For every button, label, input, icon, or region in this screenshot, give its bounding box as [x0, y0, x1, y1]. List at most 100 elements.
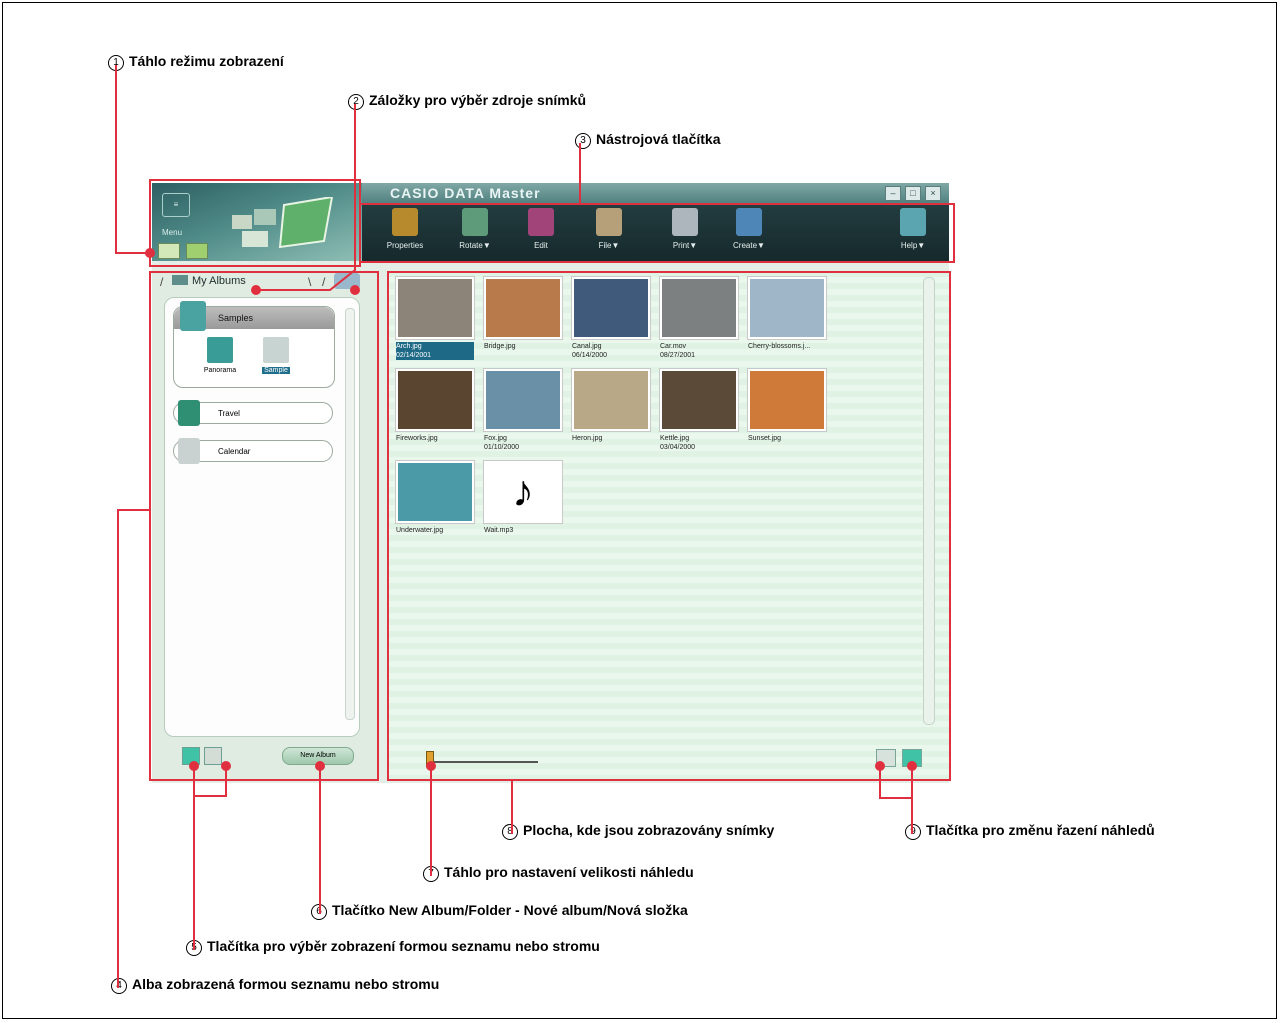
thumbnail-item[interactable]: Bridge.jpg [484, 277, 572, 351]
albums-scrollbar[interactable] [345, 308, 355, 720]
toolbar: Properties Rotate▼ Edit File▼ Print▼ Cre… [362, 204, 949, 261]
thumbnail-item[interactable]: Kettle.jpg 03/04/2000 [660, 369, 748, 452]
thumbnail-image [572, 369, 650, 431]
thumbnail-label: Kettle.jpg 03/04/2000 [660, 434, 748, 452]
thumbnail-size-slider[interactable] [418, 751, 548, 767]
callout-number: 7 [423, 866, 439, 882]
album-item-label: Sample [262, 367, 290, 374]
callout-text: Tlačítka pro změnu řazení náhledů [926, 822, 1155, 838]
minimize-icon[interactable]: – [885, 186, 901, 201]
thumbnail-item[interactable]: Cherry-blossoms.j... [748, 277, 836, 351]
properties-button[interactable]: Properties [376, 208, 434, 250]
thumbnail-image [484, 369, 562, 431]
thumbnail-filename: Heron.jpg [572, 435, 603, 442]
view-mode-list-icon[interactable] [158, 243, 180, 259]
list-view-button[interactable] [182, 747, 200, 765]
thumbnail-item[interactable]: Fireworks.jpg [396, 369, 484, 443]
edit-button[interactable]: Edit [512, 208, 570, 250]
create-icon [736, 208, 762, 236]
rotate-button[interactable]: Rotate▼ [446, 208, 504, 250]
edit-icon [528, 208, 554, 236]
tab-folders[interactable] [334, 273, 360, 289]
image-area-scrollbar[interactable] [923, 277, 935, 725]
thumbnail-image [484, 277, 562, 339]
thumbnail-date: 03/04/2000 [660, 444, 696, 451]
thumbnail-item[interactable]: Car.mov 08/27/2001 [660, 277, 748, 360]
callout-image-area: 8 Plocha, kde jsou zobrazovány snímky [502, 822, 774, 840]
menu-button[interactable]: ≡ [162, 193, 190, 217]
callout-list-tree-buttons: 5 Tlačítka pro výběr zobrazení formou sez… [186, 938, 600, 956]
new-album-button[interactable]: New Album [282, 747, 354, 765]
thumbnail-filename: Underwater.jpg [396, 527, 444, 534]
thumbnail-label: Fox.jpg 01/10/2000 [484, 434, 572, 452]
source-tabs: / My Albums \ / [158, 271, 370, 293]
print-button[interactable]: Print▼ [656, 208, 714, 250]
callout-number: 5 [186, 940, 202, 956]
slider-knob[interactable] [426, 751, 434, 767]
callout-number: 2 [348, 94, 364, 110]
help-button[interactable]: Help▼ [884, 208, 942, 250]
thumbnail-filename: Kettle.jpg [660, 435, 690, 442]
maximize-icon[interactable]: □ [905, 186, 921, 201]
thumbnail-filename: Sunset.jpg [748, 435, 782, 442]
thumbnail-filename: Wait.mp3 [484, 527, 514, 534]
thumbnail-item[interactable]: Heron.jpg [572, 369, 660, 443]
tree-view-button[interactable] [204, 747, 222, 765]
callout-thumbnail-size-slider: 7 Táhlo pro nastavení velikosti náhledu [423, 864, 694, 882]
thumbnail-label: Canal.jpg 06/14/2000 [572, 342, 660, 360]
tab-my-albums[interactable]: My Albums [172, 275, 246, 287]
thumbnail-filename: Bridge.jpg [484, 343, 516, 350]
tool-label: Rotate▼ [459, 241, 491, 250]
file-icon [596, 208, 622, 236]
tab-separator: / [322, 275, 326, 289]
callout-text: Tlačítka pro výběr zobrazení formou sezn… [207, 938, 600, 954]
album-item-label: Panorama [203, 367, 237, 374]
callout-tool-buttons: 3 Nástrojová tlačítka [575, 131, 721, 149]
album-travel[interactable]: Travel [173, 400, 333, 426]
thumbnail-label: Wait.mp3 [484, 526, 572, 535]
callout-new-album-button: 6 Tlačítko New Album/Folder - Nové album/… [311, 902, 688, 920]
thumbnail-item[interactable]: Underwater.jpg [396, 461, 484, 535]
calendar-icon [178, 438, 200, 464]
thumbnail-date: 08/27/2001 [660, 352, 696, 359]
thumbnail-item[interactable]: Fox.jpg 01/10/2000 [484, 369, 572, 452]
album-calendar[interactable]: Calendar [173, 438, 333, 464]
thumbnail-item[interactable]: Arch.jpg 02/14/2001 [396, 277, 484, 360]
tool-label: Properties [386, 241, 424, 250]
albums-list: Samples Panorama Sample Travel Calendar [164, 297, 360, 737]
album-group-samples[interactable]: Samples Panorama Sample [173, 301, 335, 388]
thumbnail-image [660, 277, 738, 339]
thumbnail-image [748, 369, 826, 431]
thumbnail-label: Heron.jpg [572, 434, 660, 443]
view-mode-slider[interactable] [158, 243, 208, 259]
thumbnail-item[interactable]: ♪ Wait.mp3 [484, 461, 572, 535]
thumbnail-image [748, 277, 826, 339]
tab-label: My Albums [192, 275, 246, 287]
tab-separator: / [160, 275, 164, 289]
album-item-sample[interactable]: Sample [254, 337, 298, 374]
app-window: ≡ Menu CASIO DATA Master – □ × Propertie… [152, 183, 949, 783]
album-item-panorama[interactable]: Panorama [198, 337, 242, 374]
thumbnail-item[interactable]: Canal.jpg 06/14/2000 [572, 277, 660, 360]
file-button[interactable]: File▼ [580, 208, 638, 250]
create-button[interactable]: Create▼ [720, 208, 778, 250]
callout-text: Táhlo pro nastavení velikosti náhledu [444, 864, 694, 880]
thumbnail-label: Fireworks.jpg [396, 434, 484, 443]
callout-number: 4 [111, 978, 127, 994]
thumbnail-date: 01/10/2000 [484, 444, 520, 451]
callout-text: Záložky pro výběr zdroje snímků [369, 92, 587, 108]
callout-view-mode-slider: 1 Táhlo režimu zobrazení [108, 53, 284, 71]
album-icon [172, 275, 188, 285]
thumbnail-date: 02/14/2001 [396, 352, 432, 359]
thumbnail-label: Car.mov 08/27/2001 [660, 342, 748, 360]
thumbnail-filename: Car.mov [660, 343, 687, 350]
callout-number: 8 [502, 824, 518, 840]
view-mode-thumbnail-icon[interactable] [186, 243, 208, 259]
print-icon [672, 208, 698, 236]
callout-albums-list: 4 Alba zobrazená formou seznamu nebo stro… [111, 976, 439, 994]
close-icon[interactable]: × [925, 186, 941, 201]
sort-ascending-button[interactable] [876, 749, 896, 767]
tool-label: File▼ [598, 241, 620, 250]
sort-descending-button[interactable] [902, 749, 922, 767]
thumbnail-item[interactable]: Sunset.jpg [748, 369, 836, 443]
